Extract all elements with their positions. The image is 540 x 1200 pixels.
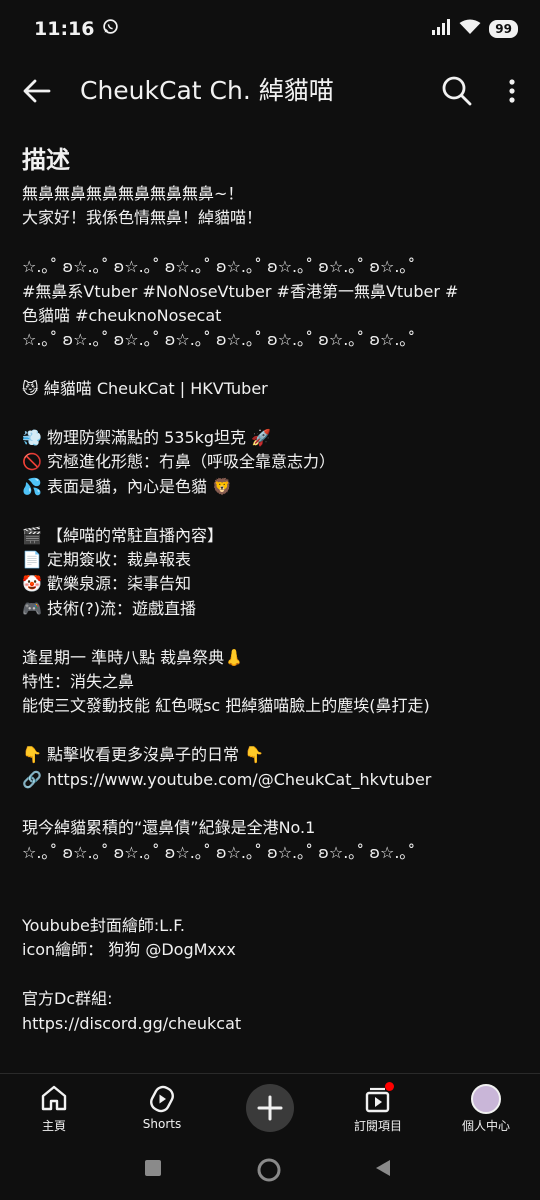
back-system-button[interactable]: [372, 1157, 394, 1183]
description-line: [22, 719, 522, 743]
more-options-button[interactable]: [500, 74, 524, 108]
description-line: ☆.｡˚ ʚ☆.｡˚ ʚ☆.｡˚ ʚ☆.｡˚ ʚ☆.｡˚ ʚ☆.｡˚ ʚ☆.｡˚…: [22, 842, 416, 862]
home-icon: [41, 1085, 67, 1111]
notification-dot: [385, 1082, 394, 1091]
status-bar: 11:16 99: [0, 0, 540, 58]
app-bar: CheukCat Ch. 綽貓喵: [0, 60, 540, 122]
description-line: [22, 963, 522, 987]
youtube-link[interactable]: 🔗 https://www.youtube.com/@CheukCat_hkvt…: [22, 768, 522, 792]
avatar: [471, 1084, 501, 1114]
status-right: 99: [431, 19, 518, 39]
battery-indicator: 99: [489, 20, 518, 38]
back-button[interactable]: [20, 74, 54, 108]
description-line: icon繪師： 狗狗 @DogMxxx: [22, 940, 236, 960]
description-panel: 描述 無鼻無鼻無鼻無鼻無鼻無鼻~！ 大家好！我係色情無鼻！綽貓喵！ ☆.｡˚ ʚ…: [22, 140, 522, 1036]
clock: 11:16: [34, 18, 95, 40]
description-line[interactable]: 色貓喵 #cheuknoNosecat: [22, 304, 522, 328]
create-button[interactable]: [246, 1084, 294, 1132]
description-line: [22, 231, 522, 255]
status-left: 11:16: [34, 18, 119, 40]
description-line: 🎮 技術(?)流：遊戲直播: [22, 598, 196, 618]
description-line: Youbube封面繪師:L.F.: [22, 916, 185, 936]
triangle-back-icon: [376, 1160, 390, 1176]
bottom-navigation: 主頁 Shorts 訂閱項目 個人中心: [0, 1073, 540, 1146]
discord-link[interactable]: https://discord.gg/cheukcat: [22, 1012, 522, 1036]
wifi-icon: [459, 19, 481, 39]
nav-shorts[interactable]: Shorts: [112, 1074, 212, 1146]
description-line: [22, 353, 522, 377]
description-line: 🤡 歡樂泉源：柒事告知: [22, 574, 192, 594]
description-line: ☆.｡˚ ʚ☆.｡˚ ʚ☆.｡˚ ʚ☆.｡˚ ʚ☆.｡˚ ʚ☆.｡˚ ʚ☆.｡˚…: [22, 257, 416, 277]
more-vert-icon: [509, 79, 515, 103]
description-line: [22, 792, 522, 816]
description-text: 無鼻無鼻無鼻無鼻無鼻無鼻~！ 大家好！我係色情無鼻！綽貓喵！ ☆.｡˚ ʚ☆.｡…: [22, 182, 522, 1036]
recents-button[interactable]: [142, 1157, 164, 1183]
circle-icon: [257, 1158, 281, 1182]
back-arrow-icon: [23, 79, 51, 103]
description-line[interactable]: #無鼻系Vtuber #NoNoseVtuber #香港第一無鼻Vtuber #: [22, 280, 522, 304]
whatsapp-icon: [102, 18, 119, 40]
nav-shorts-label: Shorts: [142, 1117, 182, 1131]
shorts-icon: [150, 1085, 174, 1113]
description-line: 特性：消失之鼻: [22, 672, 135, 692]
description-line: [22, 402, 522, 426]
description-line: 無鼻無鼻無鼻無鼻無鼻無鼻~！: [22, 184, 244, 203]
description-line: 現今綽貓累積的“還鼻債”紀錄是全港No.1: [22, 818, 316, 838]
nav-home-label: 主頁: [41, 1119, 66, 1133]
description-line: 👇 點擊收看更多沒鼻子的日常 👇: [22, 745, 265, 765]
description-line: [22, 499, 522, 523]
system-navigation-bar: [0, 1145, 540, 1200]
search-icon: [442, 76, 472, 106]
description-line: 🎬 【綽喵的常駐直播內容】: [22, 525, 224, 545]
description-heading: 描述: [22, 146, 70, 174]
channel-title: CheukCat Ch. 綽貓喵: [80, 76, 334, 105]
description-line: 逢星期一 準時八點 裁鼻祭典👃: [22, 647, 245, 667]
nav-you-label: 個人中心: [461, 1119, 510, 1133]
description-line: 😼 綽貓喵 CheukCat | HKVTuber: [22, 379, 268, 399]
description-line: [22, 890, 522, 914]
description-line: 📄 定期簽收：裁鼻報表: [22, 550, 192, 570]
nav-subscriptions[interactable]: 訂閱項目: [328, 1074, 428, 1146]
nav-you[interactable]: 個人中心: [436, 1074, 536, 1146]
nav-subscriptions-label: 訂閱項目: [353, 1119, 402, 1133]
description-line: 🚫 究極進化形態：冇鼻（呼吸全靠意志力）: [22, 452, 336, 472]
description-line: 💨 物理防禦滿點的 535kg坦克 🚀: [22, 428, 272, 448]
search-button[interactable]: [440, 74, 474, 108]
description-line: ☆.｡˚ ʚ☆.｡˚ ʚ☆.｡˚ ʚ☆.｡˚ ʚ☆.｡˚ ʚ☆.｡˚ ʚ☆.｡˚…: [22, 330, 416, 350]
description-line: 官方Dc群組:: [22, 989, 113, 1009]
plus-icon: [257, 1095, 283, 1121]
description-line: [22, 621, 522, 645]
description-line: 💦 表面是貓，內心是色貓 🦁: [22, 476, 233, 496]
signal-icon: [431, 19, 451, 39]
nav-home[interactable]: 主頁: [4, 1074, 104, 1146]
description-line: 能使三文發動技能 紅色嘅sc 把綽貓喵臉上的塵埃(鼻打走): [22, 696, 430, 716]
square-icon: [145, 1160, 161, 1176]
description-line: 大家好！我係色情無鼻！綽貓喵！: [22, 208, 263, 228]
description-line: [22, 865, 522, 889]
home-system-button[interactable]: [256, 1157, 282, 1187]
